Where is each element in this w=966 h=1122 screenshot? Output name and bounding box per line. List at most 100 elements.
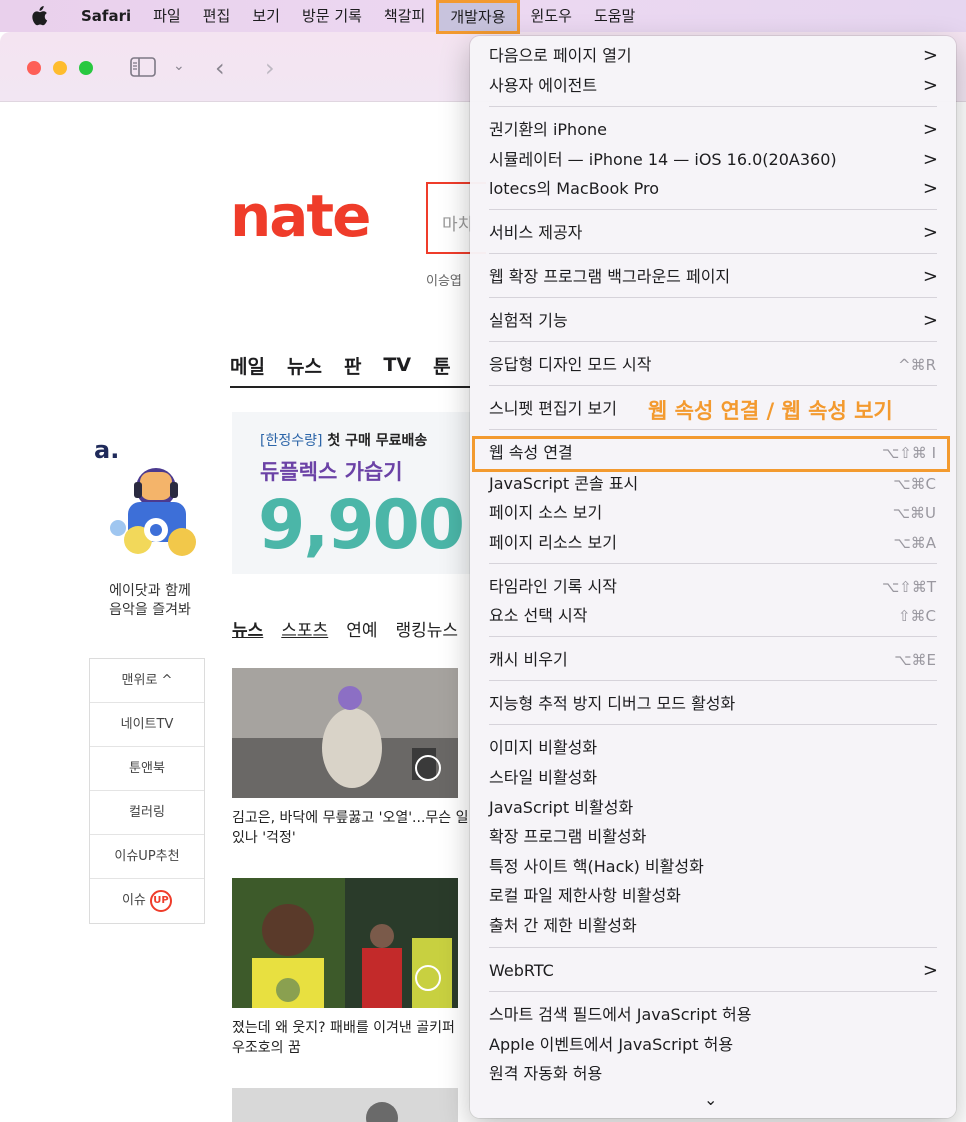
menu-item-show-page-source[interactable]: 페이지 소스 보기 ⌥⌘U [470, 498, 956, 528]
menu-item-experimental-features[interactable]: 실험적 기능 > [470, 306, 956, 336]
menu-item-disable-images[interactable]: 이미지 비활성화 [470, 733, 956, 763]
menu-separator [489, 106, 937, 107]
menu-window[interactable]: 윈도우 [520, 0, 583, 32]
menu-item-start-timeline-recording[interactable]: 타임라인 기록 시작 ⌥⇧⌘T [470, 572, 956, 602]
side-nav-issue-up[interactable]: 이슈UP추천 [90, 835, 204, 879]
main-nav: 메일 뉴스 판 TV 툰 [230, 344, 470, 388]
menu-item-label: 확장 프로그램 비활성화 [489, 827, 647, 846]
menu-item-disable-styles[interactable]: 스타일 비활성화 [470, 763, 956, 793]
menu-item-shortcut: ⌥⌘E [894, 651, 936, 669]
menu-edit[interactable]: 편집 [192, 0, 242, 32]
adot-promo[interactable]: a. 에이닷과 함께 음악을 즐겨봐 [90, 430, 210, 620]
nav-mail[interactable]: 메일 [230, 352, 265, 379]
menu-item-itp-debug-mode[interactable]: 지능형 추적 방지 디버그 모드 활성화 [470, 689, 956, 719]
menu-item-label: 페이지 소스 보기 [489, 503, 603, 522]
apple-menu-icon[interactable] [30, 5, 50, 27]
side-nav-natetv[interactable]: 네이트TV [90, 703, 204, 747]
menu-item-empty-caches[interactable]: 캐시 비우기 ⌥⌘E [470, 645, 956, 675]
menu-item-service-workers[interactable]: 서비스 제공자 > [470, 218, 956, 248]
back-icon[interactable]: ‹ [215, 54, 225, 82]
news-thumbnail[interactable] [232, 1088, 458, 1122]
menu-item-show-js-console[interactable]: JavaScript 콘솔 표시 ⌥⌘C [470, 469, 956, 499]
news-thumbnail[interactable] [232, 878, 458, 1008]
menu-item-label: 실험적 기능 [489, 311, 568, 330]
zoom-window-button[interactable] [79, 61, 93, 75]
tab-sports[interactable]: 스포츠 [281, 616, 328, 641]
menu-item-shortcut: ⌥⌘U [892, 504, 936, 522]
menu-item-shortcut: ⌥⇧⌘T [881, 578, 936, 596]
menu-item-label: 권기환의 iPhone [489, 120, 607, 139]
chevron-right-icon: > [922, 222, 938, 243]
svg-text:a.: a. [94, 436, 119, 464]
menu-item-responsive-design-mode[interactable]: 응답형 디자인 모드 시작 ^⌘R [470, 350, 956, 380]
menu-item-disable-javascript[interactable]: JavaScript 비활성화 [470, 793, 956, 823]
menu-item-allow-js-apple-events[interactable]: Apple 이벤트에서 JavaScript 허용 [470, 1030, 956, 1060]
menu-item-macbook[interactable]: lotecs의 MacBook Pro > [470, 174, 956, 204]
chevron-right-icon: > [922, 45, 938, 66]
menu-separator [489, 341, 937, 342]
banner-price: 9,900 [258, 486, 465, 565]
menu-item-disable-local-file-restrictions[interactable]: 로컬 파일 제한사항 비활성화 [470, 881, 956, 911]
menu-item-label: 출처 간 제한 비활성화 [489, 916, 637, 935]
tab-ranking[interactable]: 랭킹뉴스 [395, 616, 458, 641]
menu-item-allow-remote-automation[interactable]: 원격 자동화 허용 [470, 1059, 956, 1089]
news-caption[interactable]: 졌는데 왜 웃지? 패배를 이겨낸 골키퍼 우조호의 꿈 [232, 1018, 472, 1058]
chevron-right-icon: > [922, 75, 938, 96]
tab-entertainment[interactable]: 연예 [346, 616, 377, 641]
side-nav-toonbook[interactable]: 툰앤북 [90, 747, 204, 791]
menu-safari[interactable]: Safari [70, 0, 142, 32]
menu-item-disable-cross-origin-restrictions[interactable]: 출처 간 제한 비활성화 [470, 911, 956, 941]
menu-item-allow-js-smart-search[interactable]: 스마트 검색 필드에서 JavaScript 허용 [470, 1000, 956, 1030]
search-placeholder: 마치 [442, 215, 474, 235]
menu-item-webrtc[interactable]: WebRTC > [470, 956, 956, 986]
realtime-keyword[interactable]: 이승엽 [426, 270, 462, 289]
menu-item-show-page-resources[interactable]: 페이지 리소스 보기 ⌥⌘A [470, 528, 956, 558]
menu-history[interactable]: 방문 기록 [291, 0, 373, 32]
menu-item-user-agent[interactable]: 사용자 에이전트 > [470, 71, 956, 101]
menu-item-shortcut: ⌥⌘C [893, 475, 936, 493]
side-nav-top[interactable]: 맨위로 ^ [90, 659, 204, 703]
side-nav-issue-label: 이슈 [121, 893, 146, 908]
highlight-box [472, 436, 950, 472]
menu-help[interactable]: 도움말 [583, 0, 646, 32]
news-caption[interactable]: 김고은, 바닥에 무릎꿇고 '오열'...무슨 일 있나 '걱정' [232, 808, 472, 848]
menu-item-open-page-with[interactable]: 다음으로 페이지 열기 > [470, 41, 956, 71]
banner-product: 듀플렉스 가습기 [260, 460, 403, 484]
menu-item-start-element-selection[interactable]: 요소 선택 시작 ⇧⌘C [470, 601, 956, 631]
banner-line1: [한정수량] 첫 구매 무료배송 [260, 430, 427, 450]
menu-item-device-iphone[interactable]: 권기환의 iPhone > [470, 115, 956, 145]
menu-item-disable-site-hacks[interactable]: 특정 사이트 핵(Hack) 비활성화 [470, 852, 956, 882]
menu-view[interactable]: 보기 [241, 0, 291, 32]
side-nav-coloring[interactable]: 컬러링 [90, 791, 204, 835]
menu-file[interactable]: 파일 [142, 0, 192, 32]
nav-toon[interactable]: 툰 [433, 352, 450, 379]
nav-tv[interactable]: TV [383, 354, 411, 376]
menu-bookmarks[interactable]: 책갈피 [373, 0, 436, 32]
nav-pann[interactable]: 판 [344, 352, 361, 379]
menu-item-web-extension-pages[interactable]: 웹 확장 프로그램 백그라운드 페이지 > [470, 262, 956, 292]
menu-item-label: 사용자 에이전트 [489, 76, 598, 95]
menu-item-label: 스마트 검색 필드에서 JavaScript 허용 [489, 1005, 752, 1024]
menu-item-label: 지능형 추적 방지 디버그 모드 활성화 [489, 694, 736, 713]
menu-separator [489, 991, 937, 992]
sidebar-toggle-icon[interactable] [130, 57, 156, 82]
menu-item-label: 특정 사이트 핵(Hack) 비활성화 [489, 857, 704, 876]
ad-banner[interactable]: [한정수량] 첫 구매 무료배송 듀플렉스 가습기 9,900 [232, 412, 472, 574]
menu-separator [489, 724, 937, 725]
scroll-down-chevron-icon[interactable]: ⌄ [704, 1090, 717, 1109]
menu-develop[interactable]: 개발자용 [436, 0, 520, 34]
menu-item-simulator[interactable]: 시뮬레이터 — iPhone 14 — iOS 16.0(20A360) > [470, 145, 956, 175]
chevron-right-icon: > [922, 119, 938, 140]
nate-logo[interactable]: nate [230, 182, 371, 250]
nav-news[interactable]: 뉴스 [287, 352, 322, 379]
minimize-window-button[interactable] [53, 61, 67, 75]
side-nav-issue[interactable]: 이슈 UP [90, 879, 204, 923]
sidebar-chevron-down-icon[interactable]: ⌄ [173, 58, 185, 74]
tab-news[interactable]: 뉴스 [232, 616, 263, 641]
menu-item-disable-extensions[interactable]: 확장 프로그램 비활성화 [470, 822, 956, 852]
menu-item-label: 캐시 비우기 [489, 650, 568, 669]
close-window-button[interactable] [27, 61, 41, 75]
forward-icon[interactable]: › [265, 54, 275, 82]
menu-item-shortcut: ⌥⌘A [893, 534, 936, 552]
news-thumbnail[interactable] [232, 668, 458, 798]
